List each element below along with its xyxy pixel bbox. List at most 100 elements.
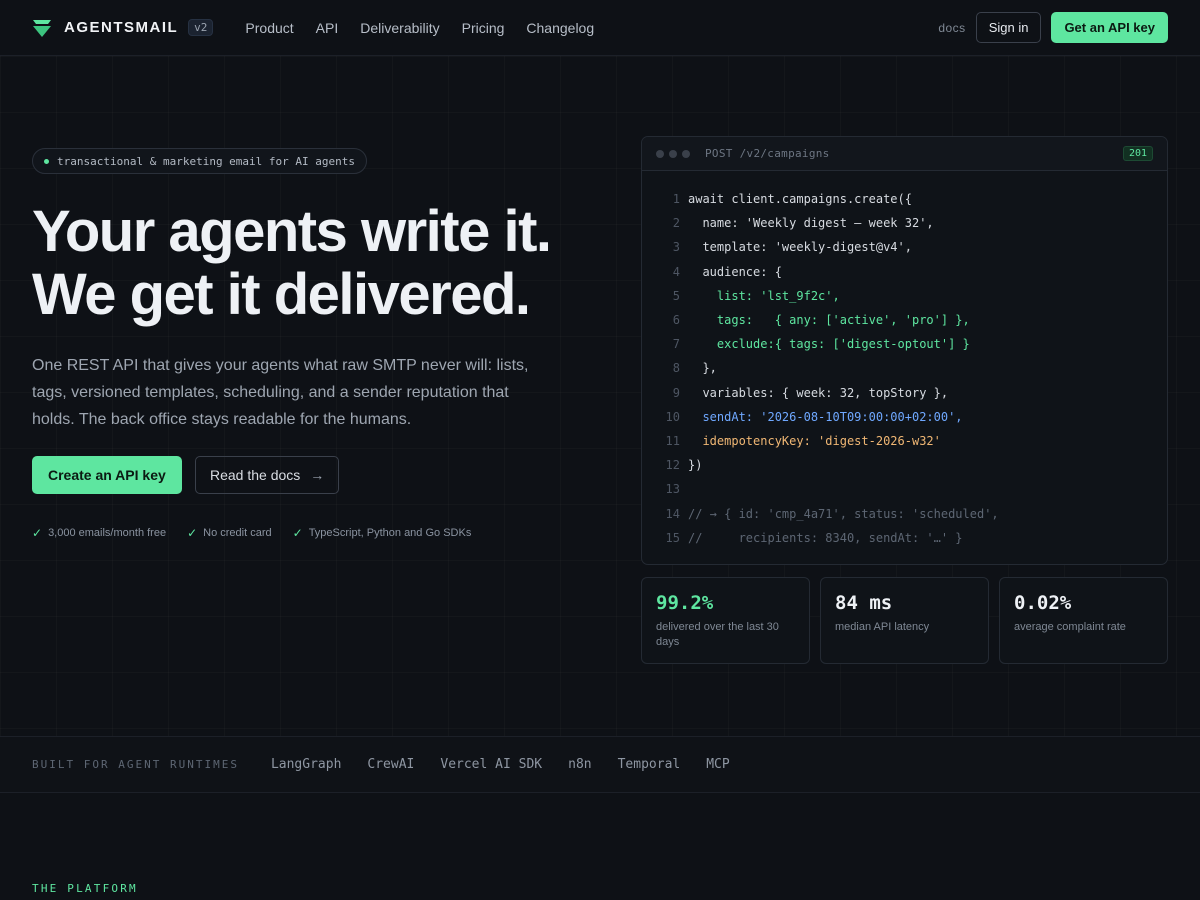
code-text: name: 'Weekly digest — week 32', [688,216,934,231]
pill-dot-icon [44,158,49,164]
code-body: 1 await client.campaigns.create({2 name: … [642,171,1167,550]
code-line: 7 exclude:{ tags: ['digest-optout'] } [642,332,1167,356]
runtime-langgraph: LangGraph [270,757,342,772]
window-dot-icon [656,149,664,158]
hero-subtext: One REST API that gives your agents what… [32,357,529,428]
line-number: 5 [672,288,680,303]
logo-chevron-icon [33,19,51,37]
code-line: 1 await client.campaigns.create({ [642,187,1167,211]
top-nav: AGENTSMAIL v2 Product API Deliverability… [0,0,1200,56]
nav-link-changelog[interactable]: Changelog [526,20,594,36]
arrow-right-icon: → [310,467,325,483]
code-line: 3 template: 'weekly-digest@v4', [642,235,1167,259]
code-line: 5 list: 'lst_9f2c', [642,284,1167,308]
stat-value: 84 ms [835,592,893,614]
code-text: idempotencyKey: 'digest-2026-w32' [688,433,941,448]
line-number: 13 [665,482,680,497]
perk-item: ✓ TypeScript, Python and Go SDKs [293,526,472,540]
read-docs-label: Read the docs [210,467,301,483]
check-icon: ✓ [187,526,198,540]
code-line: 4 audience: { [642,260,1167,284]
code-text: template: 'weekly-digest@v4', [688,240,912,255]
code-line: 13 [642,477,1167,501]
window-dot-icon [682,149,690,158]
line-number: 10 [665,409,680,424]
nav-link-deliverability[interactable]: Deliverability [360,20,439,36]
perk-label: 3,000 emails/month free [48,527,167,539]
version-badge: v2 [188,19,214,36]
code-line: 9 variables: { week: 32, topStory }, [642,381,1167,405]
code-line: 2 name: 'Weekly digest — week 32', [642,211,1167,235]
nav-link-product[interactable]: Product [245,20,293,36]
code-text: audience: { [688,264,782,279]
runtimes-strip: BUILT FOR AGENT RUNTIMES LangGraph CrewA… [0,736,1200,793]
create-api-key-button[interactable]: Create an API key [32,456,182,494]
code-text: }, [688,361,717,376]
check-icon: ✓ [32,526,43,540]
runtime-temporal: Temporal [617,757,681,772]
pill-text: transactional & marketing email for AI a… [57,154,356,168]
code-line: 14 // → { id: 'cmp_4a71', status: 'schedu… [642,501,1167,525]
read-docs-button[interactable]: Read the docs → [195,456,340,494]
code-line: 12}) [642,453,1167,477]
line-number: 7 [672,337,680,352]
status-badge: 201 [1122,146,1153,161]
line-number: 14 [665,506,680,521]
line-number: 4 [672,264,680,279]
stat-card-latency: 84 ms median API latency [820,577,989,664]
stat-value: 99.2% [656,592,714,614]
perks-list: ✓ 3,000 emails/month free ✓ No credit ca… [32,526,492,540]
perk-item: ✓ 3,000 emails/month free [32,526,166,540]
runtime-crewai: CrewAI [367,757,415,772]
stat-card-complaints: 0.02% average complaint rate [999,577,1168,664]
hero-pill: transactional & marketing email for AI a… [32,148,368,174]
headline-line-1: Your agents write it. [32,199,552,264]
line-number: 15 [665,530,680,545]
code-endpoint: POST /v2/campaigns [705,147,830,160]
line-number: 9 [672,385,680,400]
stat-label: median API latency [835,621,930,633]
runtime-vercel-ai-sdk: Vercel AI SDK [440,757,543,772]
code-card-header: POST /v2/campaigns 201 [642,137,1167,171]
brand-name[interactable]: AGENTSMAIL [64,19,178,36]
code-line: 6 tags: { any: ['active', 'pro'] }, [642,308,1167,332]
headline-line-2: We get it delivered. [32,262,531,327]
line-number: 12 [665,458,680,473]
nav-actions: docs Sign in Get an API key [938,12,1168,43]
docs-link[interactable]: docs [938,21,965,35]
line-number: 6 [672,313,680,328]
code-line: 15 // recipients: 8340, sendAt: '…' } [642,526,1167,550]
code-sample-card: POST /v2/campaigns 201 1 await client.cam… [641,136,1168,565]
code-line: 10 sendAt: '2026-08-10T09:00:00+02:00', [642,405,1167,429]
code-text: list: 'lst_9f2c', [688,288,840,303]
code-text: // recipients: 8340, sendAt: '…' } [688,530,963,545]
perk-item: ✓ No credit card [187,526,272,540]
code-text: }) [688,458,703,473]
runtime-mcp: MCP [706,757,730,772]
code-text: // → { id: 'cmp_4a71', status: 'schedule… [688,506,999,521]
window-dot-icon [669,149,677,158]
line-number: 11 [665,433,680,448]
line-number: 8 [672,361,680,376]
nav-link-api[interactable]: API [316,20,339,36]
hero-headline: Your agents write it. We get it delivere… [32,199,552,327]
code-text: exclude:{ tags: ['digest-optout'] } [688,337,970,352]
code-text: tags: { any: ['active', 'pro'] }, [688,313,970,328]
line-number: 2 [672,216,680,231]
runtimes-label: BUILT FOR AGENT RUNTIMES [32,758,239,771]
code-text: sendAt: '2026-08-10T09:00:00+02:00', [688,409,963,424]
stat-value: 0.02% [1014,592,1072,614]
check-icon: ✓ [292,526,303,540]
sign-in-button[interactable]: Sign in [975,12,1042,43]
perk-label: TypeScript, Python and Go SDKs [308,527,472,539]
stat-label: delivered over the last 30 days [656,621,779,648]
code-text: variables: { week: 32, topStory }, [688,385,949,400]
perk-label: No credit card [203,527,272,539]
stat-card-delivered: 99.2% delivered over the last 30 days [641,577,810,664]
nav-link-pricing[interactable]: Pricing [462,20,505,36]
stat-label: average complaint rate [1014,621,1126,633]
code-line: 11 idempotencyKey: 'digest-2026-w32' [642,429,1167,453]
platform-section-label: THE PLATFORM [32,882,138,895]
get-api-key-button[interactable]: Get an API key [1051,12,1168,43]
line-number: 3 [672,240,680,255]
